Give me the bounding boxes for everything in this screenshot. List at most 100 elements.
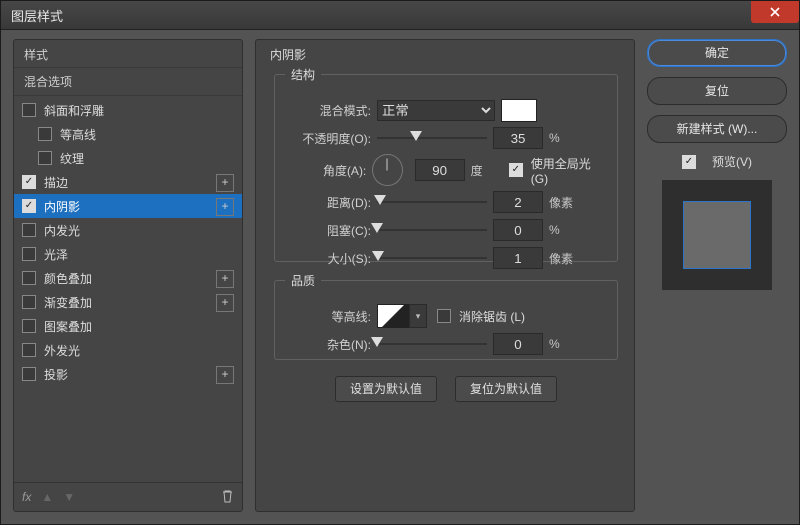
effect-label: 渐变叠加: [44, 294, 92, 311]
action-panel: 确定 复位 新建样式 (W)... 预览(V): [647, 39, 787, 512]
dialog-body: 样式 混合选项 斜面和浮雕等高线纹理描边 + 内阴影 + 内发光光泽颜色叠加+ 渐变叠加 +…: [1, 29, 799, 524]
effect-row-10[interactable]: 外发光: [14, 338, 242, 362]
effect-checkbox[interactable]: [22, 367, 36, 381]
effect-row-6[interactable]: 光泽: [14, 242, 242, 266]
effect-row-0[interactable]: 斜面和浮雕: [14, 98, 242, 122]
effect-settings-panel: 内阴影 结构 混合模式: 正常 不透明度(O): % 角度: [255, 39, 635, 512]
cancel-button[interactable]: 复位: [647, 77, 787, 105]
angle-dial[interactable]: [372, 154, 402, 186]
contour-swatch[interactable]: [377, 304, 409, 328]
structure-legend: 结构: [285, 66, 321, 83]
effect-label: 描边: [44, 174, 68, 191]
effect-checkbox[interactable]: [22, 175, 36, 189]
distance-label: 距离(D):: [285, 194, 377, 211]
layer-style-dialog: 图层样式 样式 混合选项 斜面和浮雕等高线纹理描边 + 内阴影 + 内发光光泽颜色叠加+…: [0, 0, 800, 525]
global-light-label: 使用全局光 (G): [531, 155, 607, 186]
effects-footer: fx ▲ ▼: [14, 482, 242, 511]
distance-input[interactable]: [493, 191, 543, 213]
blend-mode-row: 混合模式: 正常: [285, 97, 607, 123]
size-slider[interactable]: [377, 251, 487, 265]
effect-label: 外发光: [44, 342, 80, 359]
opacity-unit: %: [549, 131, 583, 145]
contour-dropdown-icon[interactable]: ▾: [409, 304, 427, 328]
effect-checkbox[interactable]: [22, 247, 36, 261]
structure-group: 结构 混合模式: 正常 不透明度(O): % 角度(A):: [274, 66, 618, 262]
choke-row: 阻塞(C): %: [285, 217, 607, 243]
effect-row-5[interactable]: 内发光: [14, 218, 242, 242]
noise-label: 杂色(N):: [285, 336, 377, 353]
move-down-icon[interactable]: ▼: [63, 490, 75, 504]
opacity-slider[interactable]: [377, 131, 487, 145]
effect-row-11[interactable]: 投影 +: [14, 362, 242, 386]
choke-slider[interactable]: [377, 223, 487, 237]
effect-checkbox[interactable]: [22, 103, 36, 117]
antialias-checkbox[interactable]: [437, 309, 451, 323]
add-effect-icon[interactable]: +: [216, 198, 234, 216]
antialias-label: 消除锯齿 (L): [459, 308, 525, 325]
move-up-icon[interactable]: ▲: [41, 490, 53, 504]
effect-checkbox[interactable]: [22, 271, 36, 285]
distance-unit: 像素: [549, 194, 583, 211]
effect-checkbox[interactable]: [22, 223, 36, 237]
add-effect-icon[interactable]: +: [216, 174, 234, 192]
effect-checkbox[interactable]: [22, 319, 36, 333]
effect-row-4[interactable]: 内阴影 +: [14, 194, 242, 218]
window-title: 图层样式: [11, 6, 63, 25]
size-label: 大小(S):: [285, 250, 377, 267]
reset-default-button[interactable]: 复位为默认值: [455, 376, 557, 402]
distance-row: 距离(D): 像素: [285, 189, 607, 215]
effects-list: 斜面和浮雕等高线纹理描边 + 内阴影 + 内发光光泽颜色叠加+ 渐变叠加 + 图案叠加外发光投…: [14, 98, 242, 386]
effect-label: 投影: [44, 366, 68, 383]
make-default-button[interactable]: 设置为默认值: [335, 376, 437, 402]
add-effect-icon[interactable]: +: [216, 270, 234, 288]
effect-checkbox[interactable]: [38, 127, 52, 141]
add-effect-icon[interactable]: +: [216, 294, 234, 312]
effect-checkbox[interactable]: [22, 343, 36, 357]
noise-slider[interactable]: [377, 337, 487, 351]
effect-checkbox[interactable]: [22, 295, 36, 309]
blending-options-row[interactable]: 混合选项: [14, 67, 242, 96]
size-input[interactable]: [493, 247, 543, 269]
fx-icon[interactable]: fx: [22, 490, 31, 504]
new-style-button[interactable]: 新建样式 (W)...: [647, 115, 787, 143]
trash-icon[interactable]: [221, 489, 234, 506]
noise-row: 杂色(N): %: [285, 331, 607, 357]
effect-label: 等高线: [60, 126, 96, 143]
effect-checkbox[interactable]: [22, 199, 36, 213]
choke-label: 阻塞(C):: [285, 222, 377, 239]
preview-label: 预览(V): [712, 153, 752, 170]
quality-legend: 品质: [285, 272, 321, 289]
preview-toggle-row: 预览(V): [647, 153, 787, 170]
blending-options-label: 混合选项: [24, 75, 72, 89]
effect-label: 内阴影: [44, 198, 80, 215]
opacity-label: 不透明度(O):: [285, 130, 377, 147]
ok-button[interactable]: 确定: [647, 39, 787, 67]
effect-row-3[interactable]: 描边 +: [14, 170, 242, 194]
noise-input[interactable]: [493, 333, 543, 355]
angle-label: 角度(A):: [285, 162, 372, 179]
choke-input[interactable]: [493, 219, 543, 241]
angle-unit: 度: [471, 162, 503, 179]
close-button[interactable]: [751, 1, 799, 23]
effect-row-7[interactable]: 颜色叠加+: [14, 266, 242, 290]
effect-checkbox[interactable]: [38, 151, 52, 165]
effect-label: 图案叠加: [44, 318, 92, 335]
effect-row-1[interactable]: 等高线: [14, 122, 242, 146]
shadow-color-swatch[interactable]: [501, 99, 537, 122]
angle-row: 角度(A): 度 使用全局光 (G): [285, 157, 607, 183]
add-effect-icon[interactable]: +: [216, 366, 234, 384]
distance-slider[interactable]: [377, 195, 487, 209]
titlebar[interactable]: 图层样式: [1, 1, 799, 30]
effect-row-2[interactable]: 纹理: [14, 146, 242, 170]
effect-row-9[interactable]: 图案叠加: [14, 314, 242, 338]
styles-header: 样式: [14, 40, 242, 67]
opacity-input[interactable]: [493, 127, 543, 149]
size-unit: 像素: [549, 250, 583, 267]
blend-mode-select[interactable]: 正常: [377, 100, 495, 121]
effect-row-8[interactable]: 渐变叠加 +: [14, 290, 242, 314]
size-row: 大小(S): 像素: [285, 245, 607, 271]
preview-swatch: [683, 201, 751, 269]
preview-checkbox[interactable]: [682, 155, 696, 169]
global-light-checkbox[interactable]: [509, 163, 523, 177]
angle-input[interactable]: [415, 159, 465, 181]
